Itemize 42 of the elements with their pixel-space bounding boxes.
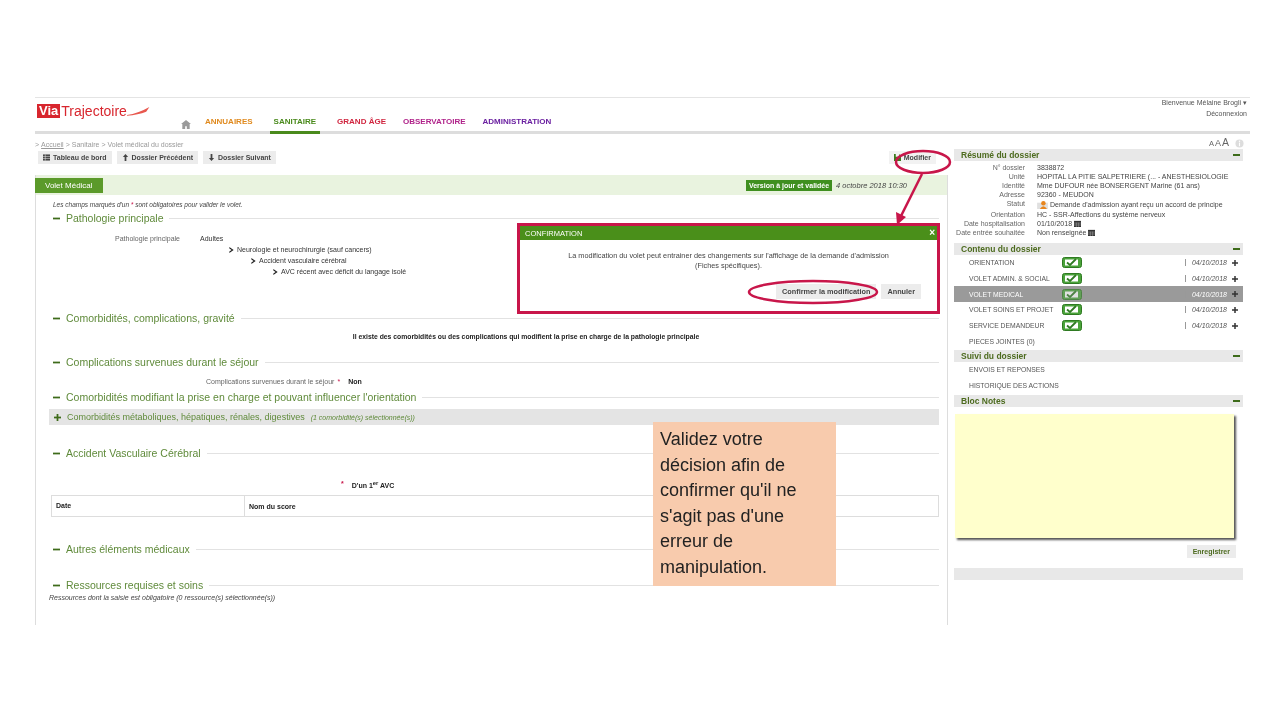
section-title: Autres éléments médicaux (66, 543, 190, 556)
section-header[interactable]: Résumé du dossier (954, 149, 1243, 161)
expand-icon[interactable] (54, 413, 61, 421)
section-title: Comorbidités, complications, gravité (66, 312, 235, 324)
section-header[interactable]: Suivi du dossier (954, 350, 1243, 363)
callout-note: Validez votre décision afin de confirmer qu'il ne s'agit pas d'une erreur de manipulation. (653, 422, 836, 586)
calendar-icon[interactable] (1088, 229, 1096, 236)
section-title: Comorbidités modifiant la prise en charge et pouvant influencer l'orientation (66, 391, 417, 403)
notes-field[interactable] (955, 414, 1234, 539)
nav-tab[interactable]: ADMINISTRATION (482, 117, 552, 134)
chevron-icon (273, 268, 278, 275)
plus-icon[interactable] (1232, 259, 1238, 266)
subsection-title: Comorbidités métaboliques, hépatiques, rénales, digestives (67, 412, 305, 422)
nav-tab[interactable]: SANITAIRE (269, 117, 321, 134)
plus-icon[interactable] (1232, 275, 1238, 282)
chevron-icon (229, 246, 234, 253)
nav-tab[interactable]: GRAND ÂGE (337, 117, 386, 134)
plus-icon[interactable] (1232, 322, 1238, 329)
plus-icon[interactable] (1232, 306, 1238, 313)
logo[interactable]: Via Trajectoire (37, 104, 151, 118)
panel-title: Volet Médical (35, 177, 103, 193)
person-icon (1037, 200, 1048, 209)
section-title: Ressources requises et soins (66, 579, 204, 592)
highlight-ellipse (894, 149, 952, 175)
home-icon[interactable] (181, 120, 191, 129)
calendar-icon[interactable] (1074, 220, 1082, 227)
collapse-icon[interactable] (1233, 400, 1240, 403)
section-title: Complications survenues durant le séjour (66, 356, 259, 368)
font-size-button[interactable]: A (1214, 138, 1221, 148)
close-button[interactable]: × (929, 228, 935, 238)
section-header[interactable]: Contenu du dossier (954, 243, 1243, 255)
nav-tab[interactable]: OBSERVATOIRE (403, 117, 466, 134)
section-header[interactable]: Bloc Notes (954, 395, 1243, 408)
grid-icon (43, 154, 50, 161)
collapse-icon[interactable] (1233, 355, 1240, 358)
section-title: Accident Vasculaire Cérébral (66, 447, 201, 459)
save-icon (893, 154, 901, 161)
font-size-button[interactable]: A (1222, 136, 1229, 148)
down-arrow-icon (208, 154, 216, 161)
up-arrow-icon (121, 154, 129, 161)
section-title: Pathologie principale (66, 212, 164, 224)
chevron-icon (251, 257, 256, 264)
